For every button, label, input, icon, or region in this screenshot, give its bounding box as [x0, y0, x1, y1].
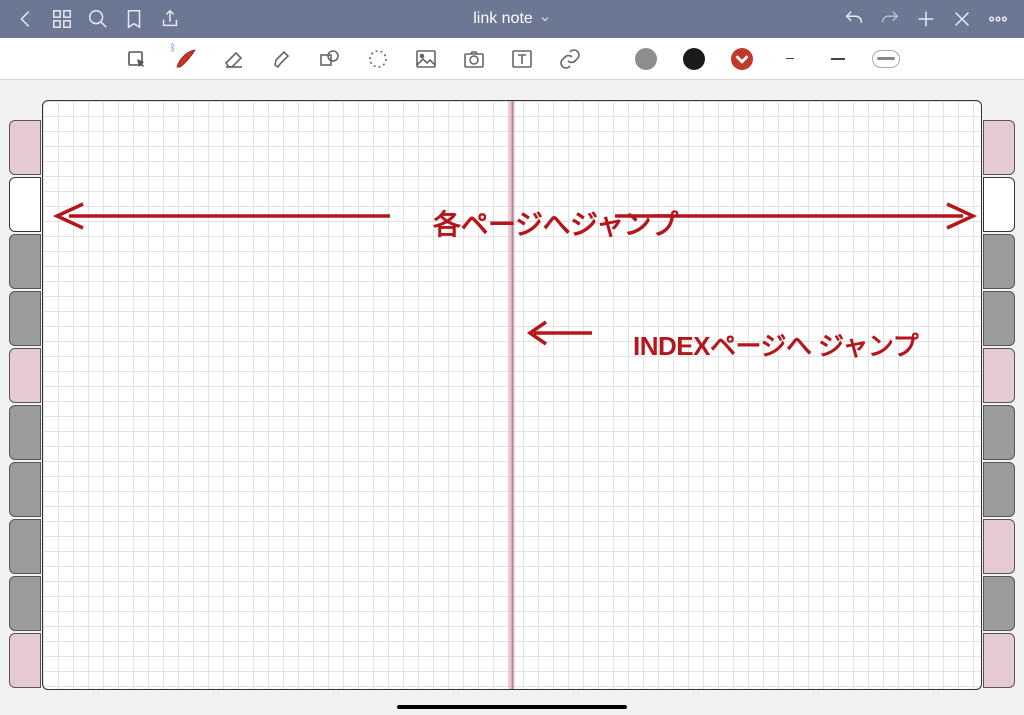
undo-icon: [843, 8, 865, 30]
right-tabs: [983, 120, 1015, 688]
highlighter-tool[interactable]: [264, 41, 300, 77]
thick-line-pill: [872, 50, 900, 68]
camera-icon: [462, 47, 486, 71]
page-tab-left-9[interactable]: [9, 633, 41, 688]
close-icon: [951, 8, 973, 30]
canvas-area[interactable]: 各ページへジャンプ INDEXページへ ジャンプ: [0, 80, 1024, 715]
page-tab-right-0[interactable]: [983, 120, 1015, 175]
grid-icon: [51, 8, 73, 30]
image-tool[interactable]: [408, 41, 444, 77]
handwritten-text-2: INDEXページへ ジャンプ: [633, 326, 918, 363]
app-header: link note: [0, 0, 1024, 38]
lasso-icon: [366, 47, 390, 71]
color-red-active[interactable]: [724, 41, 760, 77]
share-button[interactable]: [152, 1, 188, 37]
share-icon: [159, 8, 181, 30]
thick-line-icon: [877, 57, 895, 60]
page-tab-right-7[interactable]: [983, 519, 1015, 574]
red-dot-icon: [731, 48, 753, 70]
page-tab-right-9[interactable]: [983, 633, 1015, 688]
page-tab-left-8[interactable]: [9, 576, 41, 631]
pen-icon: [174, 47, 198, 71]
bluetooth-icon: ᛒ: [170, 43, 176, 54]
notebook-spread[interactable]: 各ページへジャンプ INDEXページへ ジャンプ: [42, 100, 982, 690]
search-icon: [87, 8, 109, 30]
back-button[interactable]: [8, 1, 44, 37]
chevron-left-icon: [15, 8, 37, 30]
index-arrow: [520, 319, 600, 347]
page-tab-left-0[interactable]: [9, 120, 41, 175]
page-tab-right-8[interactable]: [983, 576, 1015, 631]
link-icon: [558, 47, 582, 71]
handwritten-text-1: 各ページへジャンプ: [433, 203, 678, 243]
page-tab-left-5[interactable]: [9, 405, 41, 460]
page-tab-left-6[interactable]: [9, 462, 41, 517]
link-tool[interactable]: [552, 41, 588, 77]
page-tab-left-2[interactable]: [9, 234, 41, 289]
text-icon: [510, 47, 534, 71]
lasso-tool[interactable]: [360, 41, 396, 77]
left-tabs: [9, 120, 41, 688]
color-black[interactable]: [676, 41, 712, 77]
undo-button[interactable]: [836, 1, 872, 37]
page-tab-right-3[interactable]: [983, 291, 1015, 346]
drawing-toolbar: ᛒ: [0, 38, 1024, 80]
stroke-medium[interactable]: [820, 41, 856, 77]
thin-line-icon: [786, 58, 794, 60]
home-indicator: [397, 705, 627, 709]
page-tab-right-5[interactable]: [983, 405, 1015, 460]
add-button[interactable]: [908, 1, 944, 37]
page-tab-left-4[interactable]: [9, 348, 41, 403]
grey-dot-icon: [635, 48, 657, 70]
stroke-thin[interactable]: [772, 41, 808, 77]
color-grey[interactable]: [628, 41, 664, 77]
image-icon: [414, 47, 438, 71]
grid-button[interactable]: [44, 1, 80, 37]
page-tab-left-7[interactable]: [9, 519, 41, 574]
eraser-tool[interactable]: [216, 41, 252, 77]
page-tab-right-6[interactable]: [983, 462, 1015, 517]
interaction-icon: [126, 47, 150, 71]
bookmark-icon: [123, 8, 145, 30]
page-tab-right-1[interactable]: [983, 177, 1015, 232]
page-tab-left-3[interactable]: [9, 291, 41, 346]
highlighter-icon: [270, 47, 294, 71]
chevron-down-icon: [539, 13, 551, 25]
shape-icon: [318, 47, 342, 71]
search-button[interactable]: [80, 1, 116, 37]
stroke-thick-active[interactable]: [868, 41, 904, 77]
camera-tool[interactable]: [456, 41, 492, 77]
shape-tool[interactable]: [312, 41, 348, 77]
more-icon: [987, 8, 1009, 30]
interaction-mode-button[interactable]: [120, 41, 156, 77]
pen-tool[interactable]: ᛒ: [168, 41, 204, 77]
plus-icon: [915, 8, 937, 30]
eraser-icon: [222, 47, 246, 71]
close-button[interactable]: [944, 1, 980, 37]
medium-line-icon: [831, 58, 845, 60]
text-tool[interactable]: [504, 41, 540, 77]
page-tab-right-4[interactable]: [983, 348, 1015, 403]
black-dot-icon: [683, 48, 705, 70]
document-title[interactable]: link note: [188, 10, 836, 28]
redo-button[interactable]: [872, 1, 908, 37]
page-tab-right-2[interactable]: [983, 234, 1015, 289]
document-title-text: link note: [473, 10, 533, 28]
page-tab-left-1[interactable]: [9, 177, 41, 232]
bookmark-button[interactable]: [116, 1, 152, 37]
notebook-spine: [512, 101, 514, 689]
redo-icon: [879, 8, 901, 30]
more-button[interactable]: [980, 1, 1016, 37]
